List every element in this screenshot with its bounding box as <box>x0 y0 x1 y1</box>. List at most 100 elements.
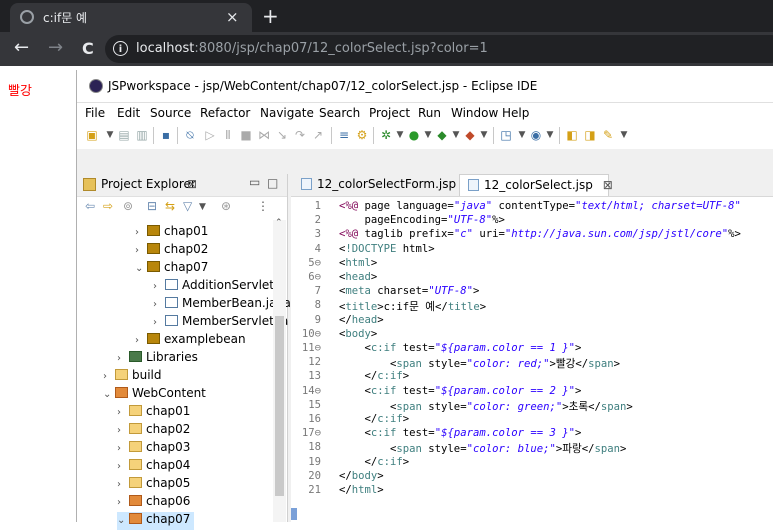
code-line[interactable]: <c:if test="${param.color == 1 }"> <box>339 342 582 354</box>
menu-navigate[interactable]: Navigate <box>260 106 314 120</box>
new-web-icon[interactable]: ◉ <box>529 128 543 142</box>
expand-arrow-icon[interactable]: › <box>117 461 129 472</box>
browser-tab[interactable]: c:if문 예 × <box>10 3 252 32</box>
tree-item[interactable]: › chap03 <box>117 440 190 458</box>
expand-arrow-icon[interactable]: › <box>153 299 165 310</box>
menu-refactor[interactable]: Refactor <box>200 106 250 120</box>
code-line[interactable]: </head> <box>339 314 384 326</box>
tree-item[interactable]: › chap05 <box>117 476 190 494</box>
project-explorer-title[interactable]: Project Explorer <box>101 177 196 191</box>
url-text[interactable]: localhost:8080/jsp/chap07/12_colorSelect… <box>136 41 488 56</box>
maximize-icon[interactable]: □ <box>267 176 278 190</box>
code-line[interactable]: <title>c:if문 예</title> <box>339 299 486 314</box>
code-line[interactable]: <body> <box>339 328 377 340</box>
step-into-icon[interactable]: ↘ <box>275 128 289 142</box>
forward-arrow-icon[interactable]: ⇨ <box>103 199 113 213</box>
open-type-icon[interactable]: ◨ <box>583 128 597 142</box>
view-menu-icon[interactable]: ⋮ <box>257 199 269 213</box>
tree-item[interactable]: ⌄ WebContent <box>103 386 206 404</box>
menu-window[interactable]: Window <box>451 106 498 120</box>
new-server-icon[interactable]: ◳ <box>499 128 513 142</box>
code-editor[interactable]: 1 <%@ page language="java" contentType="t… <box>291 198 773 522</box>
tree-item-selected[interactable]: ⌄ chap07 <box>117 512 195 530</box>
menu-source[interactable]: Source <box>150 106 191 120</box>
code-line[interactable]: <html> <box>339 257 377 269</box>
menu-file[interactable]: File <box>85 106 105 120</box>
close-tab-icon[interactable]: ⊠ <box>603 178 613 192</box>
expand-arrow-icon[interactable]: › <box>135 245 147 256</box>
focus-icon[interactable]: ⊛ <box>221 199 231 213</box>
minimize-icon[interactable]: ▭ <box>249 175 260 189</box>
back-arrow-icon[interactable]: ⇦ <box>85 199 95 213</box>
expand-arrow-icon[interactable]: › <box>117 353 129 364</box>
step-over-icon[interactable]: ↷ <box>293 128 307 142</box>
scrollbar-thumb[interactable] <box>275 316 284 496</box>
editor-tab-form[interactable]: 12_colorSelectForm.jsp <box>293 174 456 196</box>
code-line[interactable]: </c:if> <box>339 370 410 382</box>
dropdown-icon[interactable]: ▼ <box>449 128 463 142</box>
code-line[interactable]: <%@ taglib prefix="c" uri="http://java.s… <box>339 228 741 240</box>
resume-icon[interactable]: ▷ <box>203 128 217 142</box>
expand-arrow-icon[interactable]: › <box>135 227 147 238</box>
dropdown-icon[interactable]: ▼ <box>421 128 435 142</box>
tree-item[interactable]: › MemberServlet.ja <box>153 314 288 332</box>
tree-item[interactable]: › Libraries <box>117 350 198 368</box>
menu-run[interactable]: Run <box>418 106 441 120</box>
tree-item[interactable]: › examplebean <box>135 332 246 350</box>
expand-arrow-icon[interactable]: › <box>135 335 147 346</box>
terminal-icon[interactable]: ▪ <box>159 128 173 142</box>
forward-button[interactable]: → <box>48 37 63 58</box>
code-line[interactable]: </c:if> <box>339 456 410 468</box>
address-bar[interactable]: i localhost:8080/jsp/chap07/12_colorSele… <box>105 35 773 63</box>
link-editor-icon[interactable]: ⇆ <box>165 199 175 213</box>
new-tab-button[interactable]: + <box>262 4 279 28</box>
code-line[interactable]: <c:if test="${param.color == 3 }"> <box>339 427 582 439</box>
vertical-scrollbar[interactable]: ⌃ <box>273 218 286 522</box>
tree-item[interactable]: › chap02 <box>117 422 190 440</box>
expand-arrow-icon[interactable]: › <box>103 371 115 382</box>
code-line[interactable]: </body> <box>339 470 384 482</box>
expand-arrow-icon[interactable]: › <box>117 497 129 508</box>
disconnect-icon[interactable]: ⋈ <box>257 128 271 142</box>
open-folder-icon[interactable]: ◧ <box>565 128 579 142</box>
code-line[interactable]: <span style="color: blue;">파랑</span> <box>339 441 626 456</box>
code-line[interactable]: <!DOCTYPE html> <box>339 243 435 255</box>
build-icon[interactable]: ⚙ <box>355 128 369 142</box>
dropdown-icon[interactable]: ▼ <box>477 128 491 142</box>
suspend-icon[interactable]: Ⅱ <box>221 128 235 142</box>
tree-item[interactable]: › chap01 <box>117 404 190 422</box>
dropdown-icon[interactable]: ▼ <box>515 128 529 142</box>
collapse-arrow-icon[interactable]: ⌄ <box>117 515 129 526</box>
skip-breakpoints-icon[interactable]: ⍉ <box>183 128 197 142</box>
code-line[interactable]: <meta charset="UTF-8"> <box>339 285 479 297</box>
tree-item[interactable]: › MemberBean.java <box>153 296 291 314</box>
code-line[interactable]: </c:if> <box>339 413 410 425</box>
close-tab-icon[interactable]: × <box>226 8 239 26</box>
menu-project[interactable]: Project <box>369 106 410 120</box>
expand-arrow-icon[interactable]: › <box>117 479 129 490</box>
expand-arrow-icon[interactable]: › <box>117 443 129 454</box>
close-view-icon[interactable]: ⊠ <box>187 177 197 191</box>
menu-edit[interactable]: Edit <box>117 106 140 120</box>
tree-item[interactable]: › AdditionServlet0 <box>153 278 282 296</box>
external-tools-icon[interactable]: ◆ <box>463 128 477 142</box>
dropdown-icon[interactable]: ▼ <box>617 128 631 142</box>
new-file-icon[interactable]: ▣ <box>85 128 99 142</box>
collapse-arrow-icon[interactable]: ⌄ <box>103 389 115 400</box>
expand-arrow-icon[interactable]: › <box>153 281 165 292</box>
code-line[interactable]: <%@ page language="java" contentType="te… <box>339 200 741 212</box>
save-icon[interactable]: ▤ <box>117 128 131 142</box>
collapse-all-icon[interactable]: ⊟ <box>147 199 157 213</box>
tree-item[interactable]: › build <box>103 368 162 386</box>
expand-arrow-icon[interactable]: › <box>153 317 165 328</box>
dropdown-icon[interactable]: ▼ <box>199 202 206 212</box>
menu-search[interactable]: Search <box>319 106 360 120</box>
info-icon[interactable]: i <box>113 41 128 56</box>
code-line[interactable]: pageEncoding="UTF-8"%> <box>339 214 505 226</box>
search-wand-icon[interactable]: ✎ <box>601 128 615 142</box>
code-line[interactable]: <span style="color: green;">초록</span> <box>339 399 633 414</box>
tree-item[interactable]: ⌄ chap07 <box>135 260 208 278</box>
collapse-arrow-icon[interactable]: ⌄ <box>135 263 147 274</box>
scroll-up-icon[interactable]: ⌃ <box>275 218 283 228</box>
step-return-icon[interactable]: ↗ <box>311 128 325 142</box>
